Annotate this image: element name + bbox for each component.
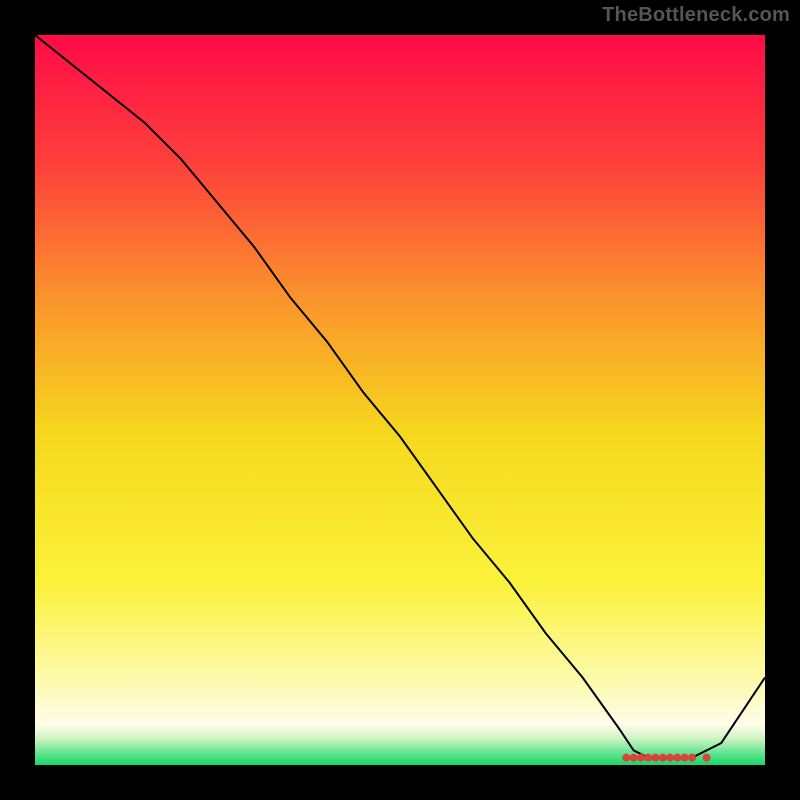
watermark-text: TheBottleneck.com [602, 4, 790, 27]
chart-marker [622, 754, 630, 762]
chart-marker [673, 754, 681, 762]
chart-marker [688, 754, 696, 762]
plot-area [35, 35, 765, 765]
chart-marker [651, 754, 659, 762]
chart-marker [703, 754, 711, 762]
chart-background [35, 35, 765, 765]
chart-frame: TheBottleneck.com [0, 0, 800, 800]
chart-marker [681, 754, 689, 762]
chart-marker [659, 754, 667, 762]
chart-marker [630, 754, 638, 762]
chart-marker [637, 754, 645, 762]
chart-svg [35, 35, 765, 765]
chart-marker [644, 754, 652, 762]
chart-marker [666, 754, 674, 762]
